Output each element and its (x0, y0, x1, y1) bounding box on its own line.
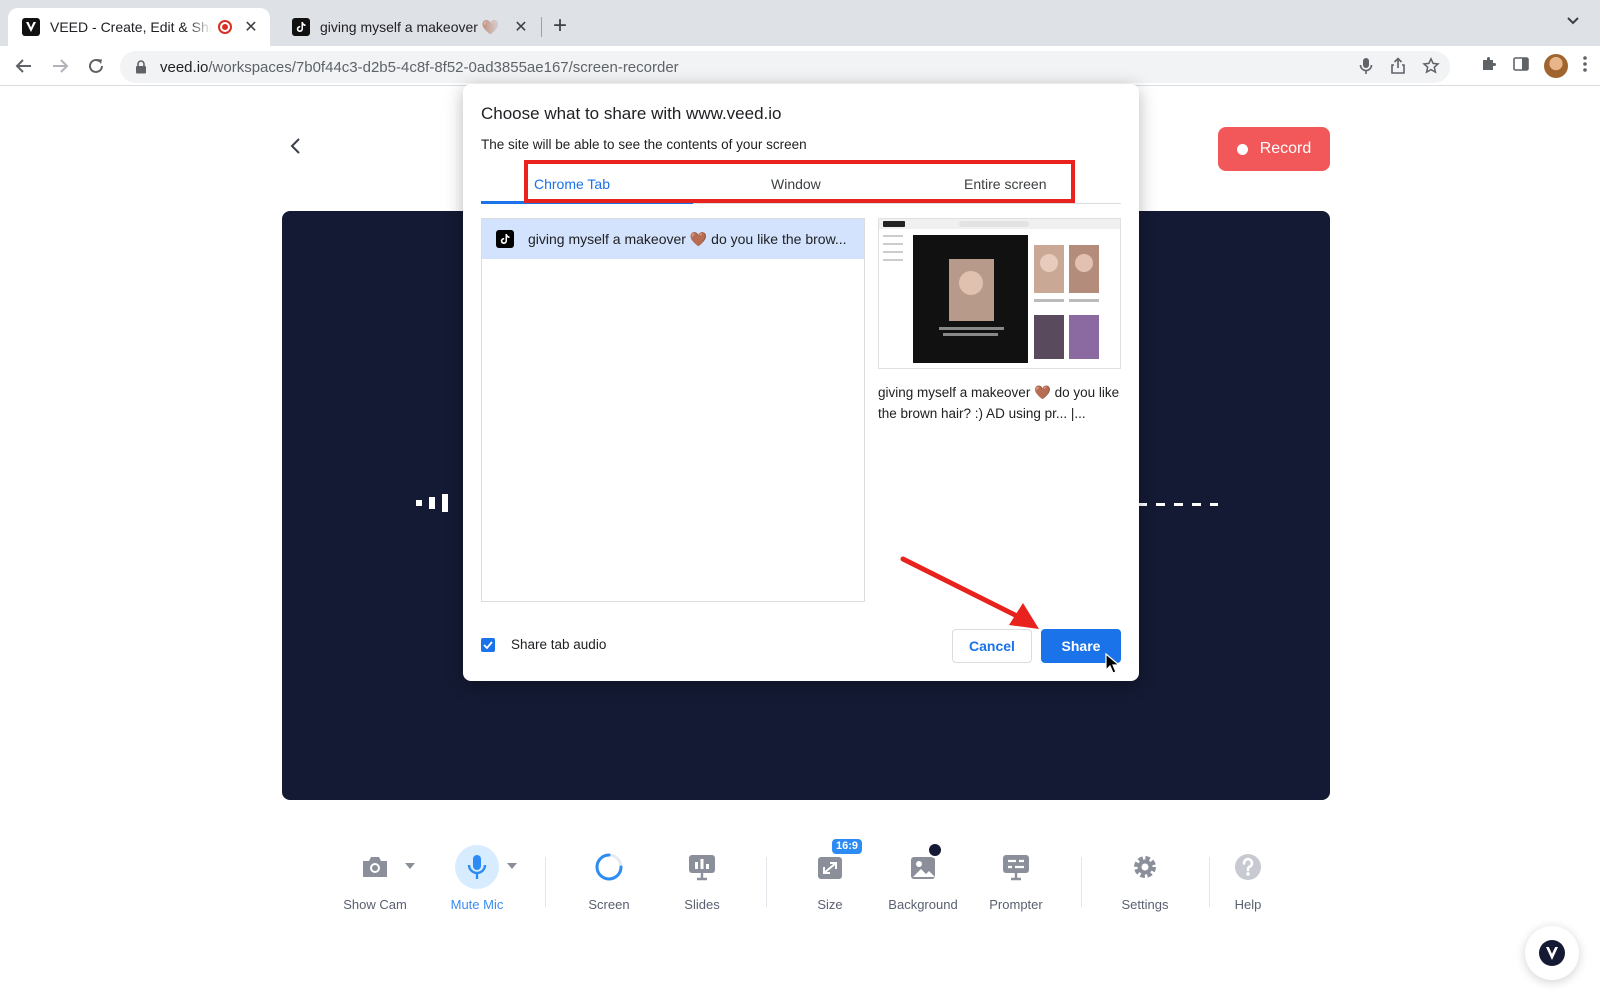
browser-tab-tiktok[interactable]: giving myself a makeover 🤎 do you like ✕ (278, 8, 540, 46)
loading-spinner-icon (587, 845, 631, 889)
url-host: veed.io (160, 58, 209, 76)
lock-icon (134, 60, 148, 74)
control-label: Settings (1121, 897, 1169, 912)
list-item-title: giving myself a makeover 🤎 do you like t… (528, 230, 847, 247)
size-button[interactable]: 16:9 Size (785, 839, 875, 912)
audio-level-dashes (1138, 503, 1218, 506)
browser-tab-veed[interactable]: VEED - Create, Edit & Share ✕ (8, 8, 270, 46)
omnibox-actions (1358, 56, 1440, 80)
slides-button[interactable]: Slides (657, 845, 747, 912)
audio-level-bars (416, 494, 448, 512)
tab-title: VEED - Create, Edit & Share (50, 19, 212, 35)
help-icon (1226, 845, 1270, 889)
prompter-icon (994, 845, 1038, 889)
back-chevron-icon[interactable] (286, 136, 306, 156)
back-icon[interactable] (12, 54, 36, 78)
share-page-icon[interactable] (1390, 57, 1406, 80)
browser-toolbar: veed.io/workspaces/7b0f44c3-d2b5-4c8f-8f… (0, 46, 1600, 86)
side-panel-icon[interactable] (1512, 55, 1530, 78)
close-tab-icon[interactable]: ✕ (512, 17, 530, 37)
prompter-button[interactable]: Prompter (971, 845, 1061, 912)
share-audio-label: Share tab audio (511, 637, 607, 652)
gear-icon (1123, 845, 1167, 889)
aspect-ratio-badge: 16:9 (832, 839, 863, 854)
tab-search-chevron-icon[interactable] (1566, 14, 1580, 29)
address-bar[interactable]: veed.io/workspaces/7b0f44c3-d2b5-4c8f-8f… (120, 51, 1450, 83)
control-separator (545, 857, 546, 907)
screen-button[interactable]: Screen (564, 845, 654, 912)
control-label: Show Cam (343, 897, 407, 912)
tab-separator (541, 17, 542, 37)
control-separator (1081, 857, 1082, 907)
recording-indicator-icon (218, 20, 232, 34)
control-separator (766, 857, 767, 907)
extension-area (1480, 54, 1588, 78)
cancel-button[interactable]: Cancel (952, 629, 1032, 663)
background-color-dot (927, 842, 943, 858)
checkmark-icon (483, 641, 493, 649)
camera-icon (353, 845, 415, 889)
show-cam-button[interactable]: Show Cam (330, 845, 420, 912)
control-label: Background (888, 897, 958, 912)
microphone-permission-icon[interactable] (1358, 57, 1374, 80)
background-button[interactable]: Background (878, 842, 968, 912)
control-label: Screen (588, 897, 630, 912)
bookmark-star-icon[interactable] (1422, 56, 1440, 80)
control-label: Slides (684, 897, 720, 912)
tiktok-favicon-icon (292, 18, 310, 36)
tabs-highlight-annotation (524, 160, 1075, 203)
dialog-title: Choose what to share with www.veed.io (481, 104, 782, 123)
chrome-tab-list: giving myself a makeover 🤎 do you like t… (481, 218, 865, 602)
close-tab-icon[interactable]: ✕ (242, 17, 260, 37)
control-label: Mute Mic (450, 897, 504, 912)
extensions-puzzle-icon[interactable] (1480, 55, 1498, 78)
tiktok-favicon-icon (496, 230, 514, 248)
show-cam-caret-icon[interactable] (405, 863, 415, 869)
list-item[interactable]: giving myself a makeover 🤎 do you like t… (482, 219, 864, 259)
veed-chat-button[interactable] (1525, 926, 1579, 980)
control-label: Prompter (989, 897, 1043, 912)
help-button[interactable]: Help (1203, 845, 1293, 912)
background-image-icon (901, 842, 945, 889)
tab-preview-thumbnail (878, 218, 1121, 369)
tab-preview-caption: giving myself a makeover 🤎 do you like t… (878, 385, 1120, 421)
record-label: Record (1259, 140, 1312, 157)
recorder-controls: Show Cam Mute Mic Screen Slides 16:9 Siz… (0, 839, 1600, 925)
mute-mic-caret-icon[interactable] (507, 863, 517, 869)
record-dot-icon (1236, 143, 1248, 155)
profile-avatar[interactable] (1544, 54, 1568, 78)
resize-icon: 16:9 (808, 839, 863, 889)
reload-icon[interactable] (84, 54, 108, 78)
tab-title: giving myself a makeover 🤎 do you like (320, 18, 502, 35)
new-tab-icon[interactable]: + (553, 12, 567, 40)
mute-mic-button[interactable]: Mute Mic (432, 845, 522, 912)
forward-icon[interactable] (48, 54, 72, 78)
slides-icon (680, 845, 724, 889)
browser-tab-strip: VEED - Create, Edit & Share ✕ giving mys… (0, 0, 1600, 46)
share-button[interactable]: Share (1041, 629, 1121, 663)
url-path: /workspaces/7b0f44c3-d2b5-4c8f-8f52-0ad3… (208, 58, 679, 76)
veed-logo-icon (1539, 940, 1565, 966)
control-label: Help (1234, 897, 1262, 912)
veed-favicon-icon (22, 18, 40, 36)
share-audio-checkbox[interactable] (481, 638, 495, 652)
microphone-icon (455, 845, 517, 889)
control-label: Size (817, 897, 843, 912)
settings-button[interactable]: Settings (1100, 845, 1190, 912)
record-button[interactable]: Record (1218, 127, 1330, 171)
browser-menu-icon[interactable] (1582, 55, 1588, 78)
dialog-subtitle: The site will be able to see the content… (481, 137, 807, 152)
